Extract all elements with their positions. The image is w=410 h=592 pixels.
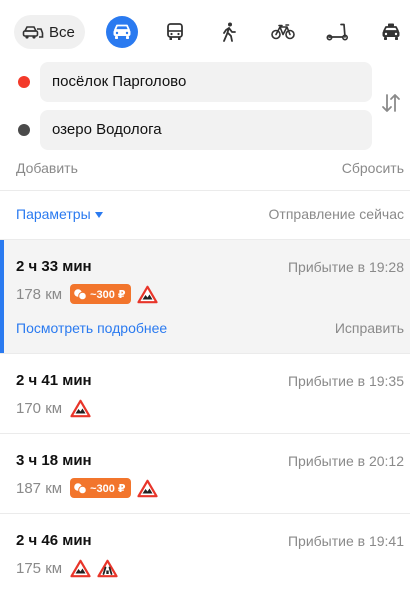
mode-all-label: Все bbox=[49, 23, 75, 41]
route-arrival-time: Прибытие в 20:12 bbox=[287, 453, 404, 469]
route-arrival-time: Прибытие в 19:41 bbox=[287, 533, 404, 549]
route-duration: 2 ч 33 мин bbox=[16, 258, 92, 275]
parameters-dropdown[interactable]: Параметры bbox=[16, 206, 103, 222]
toll-price: ~300 ₽ bbox=[90, 288, 126, 301]
road-hazard-icon bbox=[70, 399, 91, 417]
from-point-input[interactable]: посёлок Парголово bbox=[40, 62, 372, 102]
route-edit-link[interactable]: Исправить bbox=[335, 320, 404, 336]
reset-route-link[interactable]: Сбросить bbox=[342, 160, 404, 176]
divider bbox=[0, 190, 410, 191]
mode-taxi-button[interactable] bbox=[375, 16, 407, 48]
route-option-4[interactable]: 2 ч 46 мин Прибытие в 19:41 175 км bbox=[0, 514, 410, 592]
route-details-link[interactable]: Посмотреть подробнее bbox=[16, 320, 167, 336]
toll-road-icon bbox=[74, 289, 87, 301]
caret-down-icon bbox=[94, 212, 103, 218]
taxi-icon bbox=[382, 23, 400, 40]
route-actions-row: Добавить Сбросить bbox=[16, 160, 404, 176]
road-hazard-icon bbox=[70, 559, 91, 577]
route-arrival-time: Прибытие в 19:35 bbox=[287, 373, 404, 389]
start-point-marker bbox=[18, 76, 30, 88]
mode-car-button[interactable] bbox=[106, 16, 138, 48]
road-narrowing-icon bbox=[97, 559, 118, 577]
transport-mode-bar: Все bbox=[14, 14, 410, 50]
cars-icon bbox=[22, 26, 44, 39]
route-distance: 170 км bbox=[16, 399, 63, 417]
route-distance: 175 км bbox=[16, 559, 63, 577]
end-point-marker bbox=[18, 124, 30, 136]
swap-points-icon[interactable] bbox=[380, 92, 402, 114]
mode-all-button[interactable]: Все bbox=[14, 15, 85, 49]
route-option-1[interactable]: 2 ч 33 мин Прибытие в 19:28 178 км ~300 … bbox=[0, 240, 410, 353]
route-meta: 170 км bbox=[16, 397, 91, 419]
parameters-label: Параметры bbox=[16, 206, 91, 222]
mode-pedestrian-button[interactable] bbox=[213, 16, 245, 48]
bus-icon bbox=[167, 23, 183, 40]
toll-badge: ~300 ₽ bbox=[70, 478, 131, 498]
route-meta: 175 км bbox=[16, 557, 118, 579]
pedestrian-icon bbox=[223, 22, 236, 42]
route-distance: 178 км bbox=[16, 285, 63, 303]
route-meta: 178 км ~300 ₽ bbox=[16, 283, 158, 305]
road-hazard-icon bbox=[136, 479, 158, 497]
mode-bus-button[interactable] bbox=[159, 16, 191, 48]
toll-price: ~300 ₽ bbox=[90, 482, 126, 495]
selected-route-indicator bbox=[0, 240, 4, 353]
toll-road-icon bbox=[74, 483, 87, 495]
route-duration: 2 ч 46 мин bbox=[16, 532, 92, 549]
toll-badge: ~300 ₽ bbox=[70, 284, 131, 304]
departure-time-selector[interactable]: Отправление сейчас bbox=[269, 206, 404, 222]
route-option-3[interactable]: 3 ч 18 мин Прибытие в 20:12 187 км ~300 … bbox=[0, 434, 410, 513]
route-option-2[interactable]: 2 ч 41 мин Прибытие в 19:35 170 км bbox=[0, 354, 410, 433]
route-arrival-time: Прибытие в 19:28 bbox=[287, 259, 404, 275]
route-point-to-row: озеро Водолога bbox=[0, 110, 410, 150]
car-icon bbox=[113, 24, 131, 39]
scooter-icon bbox=[326, 23, 348, 41]
road-hazard-icon bbox=[136, 285, 158, 303]
route-distance: 187 км bbox=[16, 479, 63, 497]
bicycle-icon bbox=[271, 24, 295, 40]
route-meta: 187 км ~300 ₽ bbox=[16, 477, 158, 499]
to-point-input[interactable]: озеро Водолога bbox=[40, 110, 372, 150]
route-duration: 2 ч 41 мин bbox=[16, 372, 92, 389]
mode-bicycle-button[interactable] bbox=[267, 16, 299, 48]
mode-scooter-button[interactable] bbox=[321, 16, 353, 48]
route-duration: 3 ч 18 мин bbox=[16, 452, 92, 469]
route-point-from-row: посёлок Парголово bbox=[0, 62, 410, 102]
route-options-row: Параметры Отправление сейчас bbox=[16, 206, 404, 222]
add-point-link[interactable]: Добавить bbox=[16, 160, 78, 176]
